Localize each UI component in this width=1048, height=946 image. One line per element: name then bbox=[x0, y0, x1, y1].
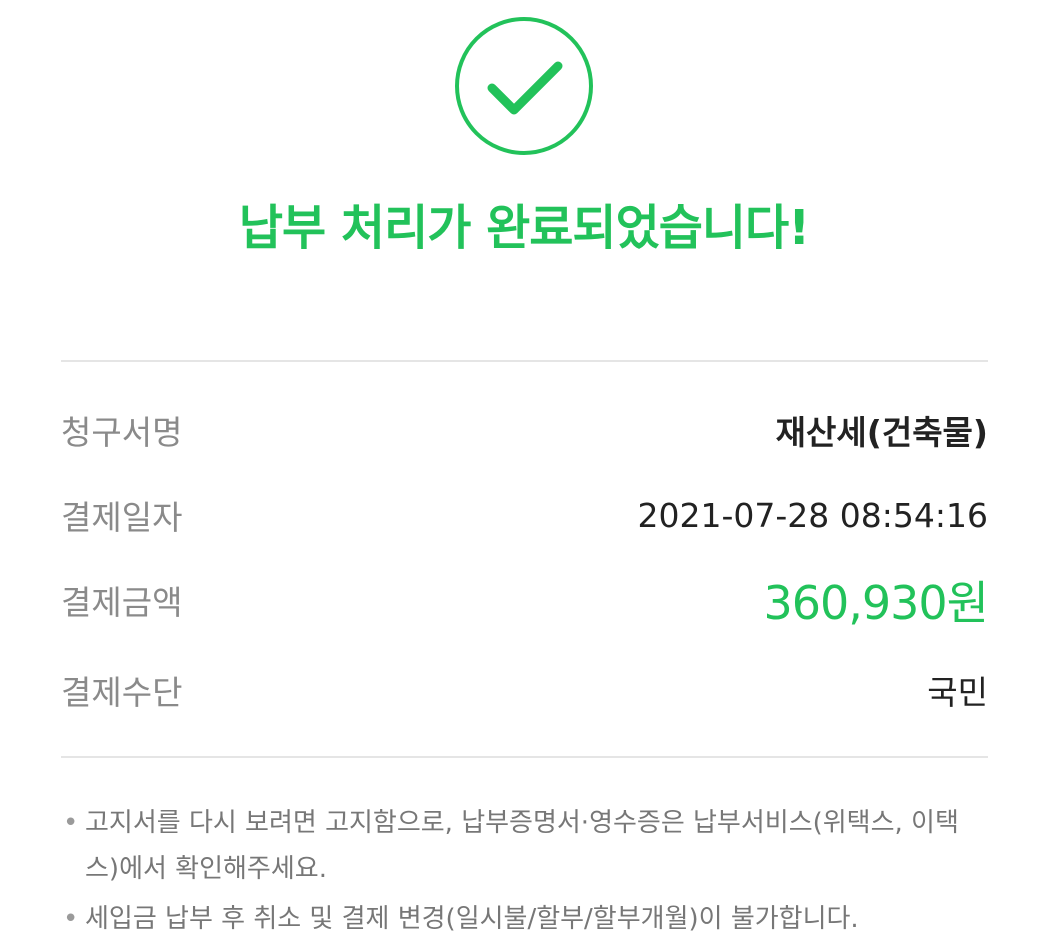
bullet-icon: • bbox=[63, 808, 79, 838]
notice-item: • 세입금 납부 후 취소 및 결제 변경(일시불/할부/할부개월)이 불가합니… bbox=[61, 896, 988, 942]
notice-text: 고지서를 다시 보려면 고지함으로, 납부증명서·영수증은 납부서비스(위택스,… bbox=[85, 808, 959, 884]
payment-amount-value: 360,930원 bbox=[763, 576, 989, 630]
detail-label: 결제금액 bbox=[61, 583, 183, 622]
payment-complete-title: 납부 처리가 완료되었습니다! bbox=[238, 200, 810, 256]
divider-bottom bbox=[61, 756, 988, 758]
detail-row-payment-method: 결제수단 국민 bbox=[61, 660, 988, 720]
detail-row-bill-name: 청구서명 재산세(건축물) bbox=[61, 400, 988, 460]
payment-method-value: 국민 bbox=[927, 673, 988, 712]
bill-name-value: 재산세(건축물) bbox=[775, 413, 988, 452]
detail-row-payment-amount: 결제금액 360,930원 bbox=[61, 570, 989, 630]
detail-label: 청구서명 bbox=[61, 413, 183, 452]
divider-top bbox=[61, 360, 988, 362]
detail-row-payment-date: 결제일자 2021-07-28 08:54:16 bbox=[61, 485, 988, 545]
notice-text: 세입금 납부 후 취소 및 결제 변경(일시불/할부/할부개월)이 불가합니다. bbox=[85, 904, 859, 934]
notice-list: • 고지서를 다시 보려면 고지함으로, 납부증명서·영수증은 납부서비스(위택… bbox=[61, 800, 988, 946]
detail-label: 결제일자 bbox=[61, 498, 183, 537]
bullet-icon: • bbox=[63, 904, 79, 934]
payment-date-value: 2021-07-28 08:54:16 bbox=[637, 495, 988, 535]
notice-item: • 고지서를 다시 보려면 고지함으로, 납부증명서·영수증은 납부서비스(위택… bbox=[61, 800, 988, 892]
detail-label: 결제수단 bbox=[61, 673, 183, 712]
success-check-icon bbox=[454, 16, 594, 156]
